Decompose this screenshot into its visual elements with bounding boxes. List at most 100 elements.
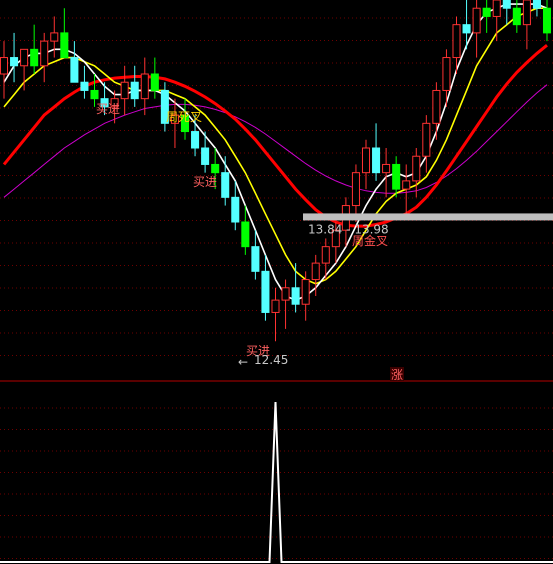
candle-body [80,81,89,91]
indicator-panel [0,401,553,563]
candle-body [442,57,451,91]
candle [140,57,149,116]
candle-body [281,287,290,301]
candle-body [201,147,210,165]
rise-badge: 涨 [390,367,404,382]
chart-gridlines [0,17,553,559]
candle-body [50,32,59,42]
candle [271,287,280,342]
candle-body [211,163,220,174]
low-price-label: 12.45 [254,353,288,367]
candle-body [402,180,411,190]
candle [150,57,159,99]
signal-spike [0,401,553,563]
candle-body [251,246,260,272]
candle-body [382,163,391,174]
golden-cross-label: 周金叉 [352,233,388,248]
candle [482,0,491,33]
candle-body [392,163,401,190]
candle-body [462,24,471,34]
candle-body [542,7,552,34]
candle-body [241,221,250,248]
candle [80,65,89,99]
candle-body [361,147,371,174]
stock-chart: 13.84 - 13.98 买进 周死叉 买进 买进 周金叉 12.45 ← 涨 [0,0,553,563]
candle-body [522,0,531,26]
candle [0,41,9,99]
candle [402,164,411,214]
candle-body [20,48,29,67]
candle-body [372,147,381,174]
candle-body [30,48,39,67]
rise-badge-label: 涨 [391,367,403,382]
candle-body [70,57,79,83]
candle-body [301,279,310,305]
ma-slow-line [2,44,548,228]
candle-body [492,0,501,17]
candle-body [311,262,320,281]
candle-body [351,172,360,207]
candlesticks [0,0,552,342]
buy-signal-label-2: 买进 [193,175,217,189]
candle [532,0,541,17]
low-price-arrow-icon: ← [238,355,248,369]
candle [351,164,360,222]
candle [512,0,521,33]
candle-body [291,287,300,305]
candle [281,279,290,329]
candle [60,8,69,59]
candle-body [412,155,421,182]
candle-body [502,0,511,9]
candle [361,139,371,190]
candle [120,65,129,116]
price-band-bar [303,213,553,221]
candle [40,32,49,83]
candle-body [90,89,99,100]
candle-body [321,246,330,264]
candle [382,148,391,198]
candle-body [512,7,521,26]
candle-body [472,7,481,34]
candle-body [150,73,159,91]
candle-body [221,172,230,198]
candle-body [532,0,541,9]
candle-body [10,57,19,67]
candle-body [261,270,270,313]
candle-body [191,131,200,149]
candle-body [120,81,129,100]
candle [472,0,481,58]
candle-body [40,40,49,67]
candle-body [432,89,441,124]
candle [70,41,79,83]
candle [50,16,59,58]
candle [301,271,310,321]
ma-fast-line [3,3,548,301]
moving-average-lines [2,3,548,301]
candle-body [60,32,69,59]
price-band: 13.84 - 13.98 [303,213,553,236]
candle [221,156,230,206]
candle [372,123,381,181]
candle-body [231,196,240,223]
death-cross-label: 周死叉 [166,110,202,124]
candle [30,24,39,74]
candle-body [422,122,431,157]
candle-body [271,299,280,313]
candle [502,0,511,25]
candle [130,65,139,107]
candle [261,254,270,321]
buy-signal-label-1: 买进 [96,102,120,116]
candle-body [140,73,149,100]
candle [392,156,401,198]
candle-body [130,81,139,100]
candle [442,49,451,107]
candle-body [0,57,9,75]
candle [522,0,531,50]
candle-body [482,7,491,17]
candle [492,0,501,42]
candle [432,82,441,140]
candle [291,263,300,313]
candle [422,115,431,173]
candle-body [452,24,461,59]
candle [542,0,552,42]
